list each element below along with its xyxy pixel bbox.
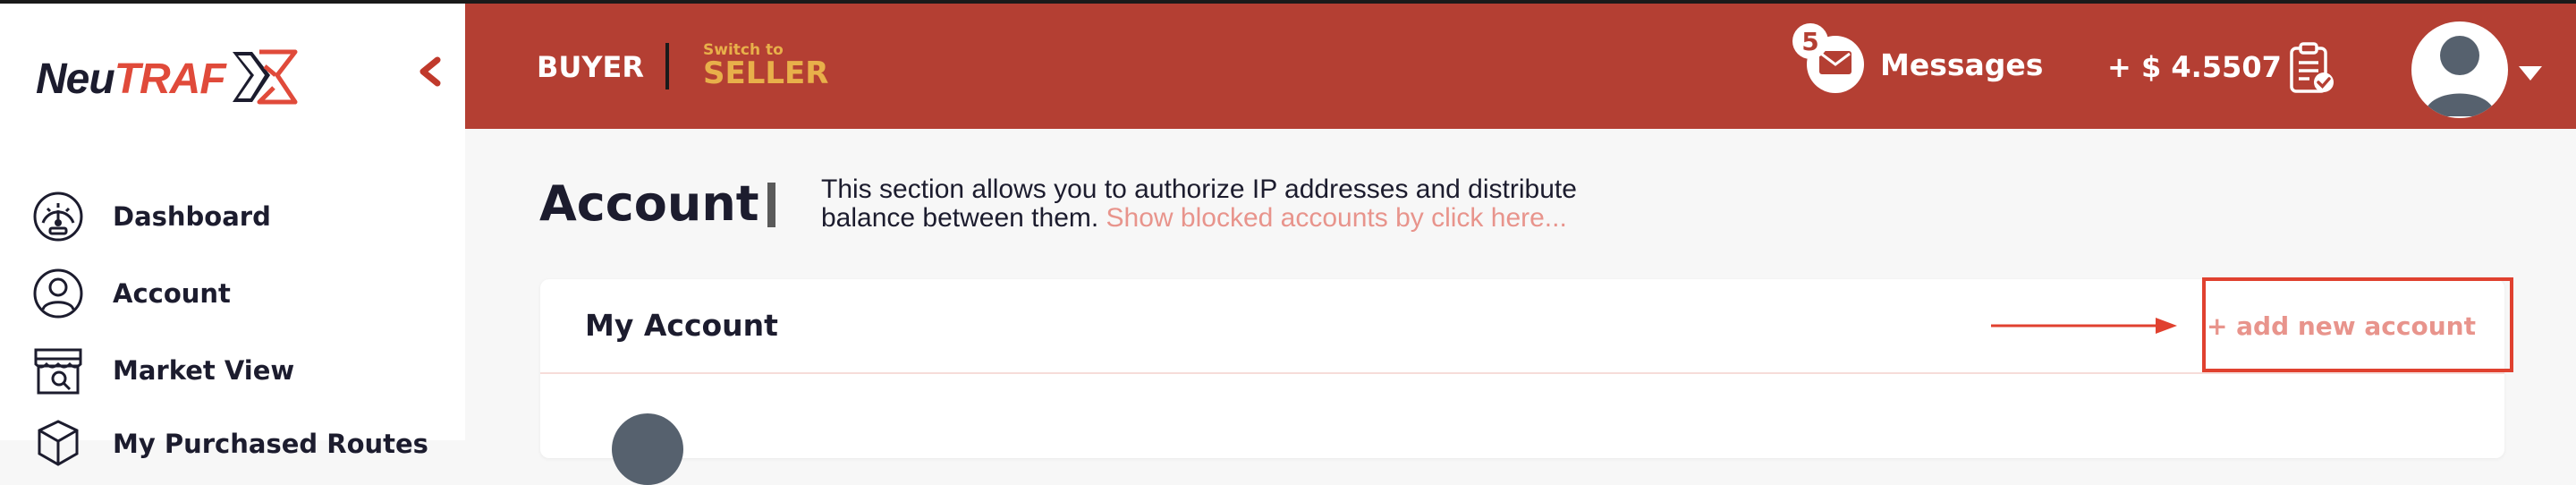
annotation-highlight-box [2202,277,2513,372]
messages-icon-wrap: 5 [1792,23,1864,93]
clipboard-check-icon[interactable] [2288,41,2334,99]
sidebar-item-account[interactable]: Account [32,265,231,322]
card-title: My Account [585,308,778,343]
page-title: Account [539,175,759,232]
account-avatar [612,413,683,485]
user-avatar[interactable] [2411,21,2508,118]
messages-label: Messages [1880,47,2044,82]
sidebar-item-label: Dashboard [113,201,271,232]
envelope-icon [1818,50,1852,80]
speedometer-icon [32,191,84,242]
storefront-icon [32,345,84,396]
description-line-2: balance between them. [821,203,1106,233]
window-top-border [0,0,2576,4]
balance-value: + $ 4.5507 [2107,50,2282,84]
page-description: This section allows you to authorize IP … [821,175,1626,233]
description-line-1: This section allows you to authorize IP … [821,174,1577,204]
messages-button[interactable]: 5 Messages [1792,23,2044,93]
annotation-arrow-icon [1991,315,2179,341]
role-divider [665,43,669,89]
sidebar: Neu TRAF Dashboard Account Market View M… [0,4,465,466]
sidebar-item-my-purchased-routes[interactable]: My Purchased Routes [32,415,428,472]
sidebar-item-dashboard[interactable]: Dashboard [32,188,271,245]
logo-text-neu: Neu [36,55,115,103]
box-icon [32,418,84,470]
messages-count-badge: 5 [1792,23,1828,59]
show-blocked-accounts-link[interactable]: Show blocked accounts by click here... [1106,203,1567,233]
avatar-placeholder-icon [2411,21,2508,118]
sidebar-item-market-view[interactable]: Market View [32,342,294,399]
top-header: BUYER Switch to SELLER 5 Messages + $ 4.… [465,4,2576,129]
logo-text-traf: TRAF [114,55,226,103]
sidebar-collapse-button[interactable] [410,54,449,93]
chevron-down-icon[interactable] [2519,66,2542,81]
user-circle-icon [32,268,84,319]
sidebar-item-label: My Purchased Routes [113,429,428,459]
logo-x-icon [229,48,299,110]
sidebar-item-label: Market View [113,355,295,386]
sidebar-item-label: Account [113,278,231,309]
logo[interactable]: Neu TRAF [36,49,299,106]
title-divider [767,183,775,227]
chevron-left-icon [416,56,443,91]
current-role-label: BUYER [537,50,645,84]
switch-to-seller-button[interactable]: SELLER [703,55,828,91]
